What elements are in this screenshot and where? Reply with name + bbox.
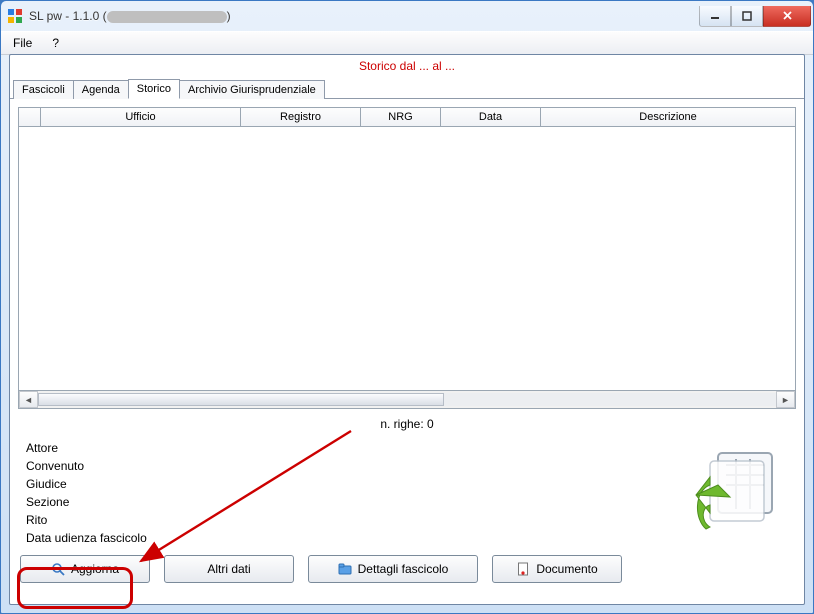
maximize-icon: [742, 11, 752, 21]
aggiorna-button[interactable]: Aggiorna: [20, 555, 150, 583]
table-header: Ufficio Registro NRG Data Descrizione: [19, 108, 795, 127]
col-nrg[interactable]: NRG: [361, 108, 441, 126]
scroll-left-arrow[interactable]: ◄: [19, 391, 38, 408]
tab-agenda[interactable]: Agenda: [73, 80, 129, 99]
tab-body-storico: Ufficio Registro NRG Data Descrizione ◄ …: [10, 99, 804, 604]
documento-label: Documento: [536, 562, 597, 576]
row-count: n. righe: 0: [10, 411, 804, 439]
col-select[interactable]: [19, 108, 41, 126]
label-convenuto: Convenuto: [26, 459, 688, 473]
export-icon: [688, 441, 788, 544]
titlebar[interactable]: SL pw - 1.1.0 (): [1, 1, 813, 31]
scroll-track[interactable]: [38, 393, 776, 406]
app-icon: [7, 8, 23, 24]
menu-file[interactable]: File: [7, 34, 38, 52]
label-rito: Rito: [26, 513, 688, 527]
document-icon: [516, 562, 530, 576]
app-window: SL pw - 1.1.0 () File ? Storico dal ... …: [0, 0, 814, 614]
table-body: [19, 127, 795, 390]
col-registro[interactable]: Registro: [241, 108, 361, 126]
detail-labels: Attore Convenuto Giudice Sezione Rito Da…: [26, 441, 688, 545]
tab-archivio[interactable]: Archivio Giurisprudenziale: [179, 80, 325, 99]
maximize-button[interactable]: [731, 6, 763, 27]
tab-storico[interactable]: Storico: [128, 79, 180, 99]
close-icon: [782, 10, 793, 21]
label-giudice: Giudice: [26, 477, 688, 491]
label-attore: Attore: [26, 441, 688, 455]
documento-button[interactable]: Documento: [492, 555, 622, 583]
close-button[interactable]: [763, 6, 811, 27]
dettagli-label: Dettagli fascicolo: [358, 562, 449, 576]
menu-bar: File ?: [1, 31, 813, 55]
folder-icon: [338, 562, 352, 576]
button-bar: Aggiorna Altri dati Dettagli fascicolo D…: [10, 545, 804, 595]
details-panel: Attore Convenuto Giudice Sezione Rito Da…: [10, 439, 804, 545]
dettagli-fascicolo-button[interactable]: Dettagli fascicolo: [308, 555, 478, 583]
menu-help[interactable]: ?: [46, 34, 65, 52]
search-icon: [51, 562, 65, 576]
aggiorna-label: Aggiorna: [71, 562, 119, 576]
tab-fascicoli[interactable]: Fascicoli: [13, 80, 74, 99]
col-ufficio[interactable]: Ufficio: [41, 108, 241, 126]
label-data-udienza: Data udienza fascicolo: [26, 531, 688, 545]
minimize-icon: [710, 11, 720, 21]
status-line: Storico dal ... al ...: [10, 55, 804, 78]
minimize-button[interactable]: [699, 6, 731, 27]
data-table: Ufficio Registro NRG Data Descrizione ◄ …: [18, 107, 796, 409]
tab-strip: Fascicoli Agenda Storico Archivio Giuris…: [10, 78, 804, 99]
scroll-thumb[interactable]: [38, 393, 444, 406]
window-title: SL pw - 1.1.0 (): [29, 9, 699, 23]
client-area: Storico dal ... al ... Fascicoli Agenda …: [9, 54, 805, 605]
altri-dati-button[interactable]: Altri dati: [164, 555, 294, 583]
horizontal-scrollbar[interactable]: ◄ ►: [19, 390, 795, 408]
label-sezione: Sezione: [26, 495, 688, 509]
window-controls: [699, 6, 813, 27]
scroll-right-arrow[interactable]: ►: [776, 391, 795, 408]
col-descrizione[interactable]: Descrizione: [541, 108, 795, 126]
col-data[interactable]: Data: [441, 108, 541, 126]
altri-dati-label: Altri dati: [207, 562, 250, 576]
